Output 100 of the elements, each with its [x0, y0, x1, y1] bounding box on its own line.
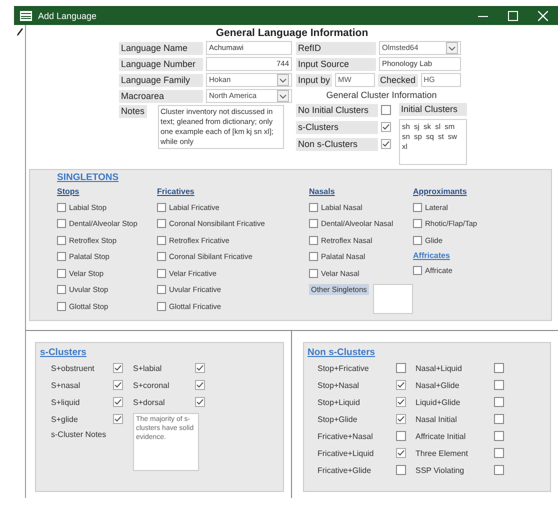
field-label: No Initial Clusters [296, 104, 378, 116]
checkbox[interactable] [309, 252, 318, 262]
field-label: s-Cluster Notes [51, 430, 108, 438]
checkbox[interactable] [381, 105, 391, 115]
section-title: s-Clusters [40, 346, 88, 358]
checkbox-label: S+liquid [51, 398, 81, 406]
group-heading: Stops [57, 187, 80, 196]
checkbox-label: Stop+Fricative [318, 364, 370, 372]
field-label: Notes [119, 105, 147, 118]
checkbox[interactable] [494, 431, 504, 441]
checkbox-label: Stop+Glide [318, 414, 358, 424]
checkbox[interactable] [309, 268, 318, 278]
checkbox[interactable] [57, 219, 66, 228]
form-icon [20, 10, 32, 20]
checkbox[interactable] [157, 285, 166, 294]
checkbox[interactable] [157, 252, 166, 262]
checkbox[interactable] [157, 268, 166, 278]
checkbox[interactable] [494, 363, 504, 373]
checkbox-label: Fricative+Nasal [318, 432, 374, 440]
checkbox[interactable] [113, 397, 123, 407]
pencil-icon [16, 28, 22, 36]
checkbox-label: S+obstruent [51, 364, 96, 372]
checkbox[interactable] [494, 397, 504, 407]
chevron-down-icon[interactable] [277, 74, 289, 86]
checkbox-label: Fricative+Liquid [318, 448, 375, 458]
checkbox-label: Stop+Nasal [318, 380, 360, 390]
checkbox-label: S+dorsal [133, 398, 166, 406]
checkbox[interactable] [57, 285, 66, 294]
checkbox[interactable] [381, 139, 391, 149]
checkbox[interactable] [396, 397, 406, 407]
checkbox[interactable] [113, 363, 123, 373]
checkbox[interactable] [157, 202, 166, 212]
checkbox-label: Nasal+Liquid [416, 364, 463, 372]
checkbox[interactable] [396, 431, 406, 441]
checkbox-label: Nasal Initial [416, 414, 458, 424]
field-label: RefID [296, 42, 376, 54]
maximize-icon[interactable] [508, 10, 518, 20]
checkbox[interactable] [396, 414, 406, 424]
checkbox[interactable] [157, 236, 166, 245]
field-label: Non s-Clusters [296, 138, 378, 150]
checkbox-label: Liquid+Glide [416, 398, 462, 406]
checkbox[interactable] [413, 236, 422, 245]
checkbox[interactable] [157, 219, 166, 228]
checkbox-label: SSP Violating [416, 466, 466, 474]
group-heading: Approximants [413, 187, 468, 196]
checkbox[interactable] [413, 266, 422, 276]
checkbox[interactable] [494, 414, 504, 424]
checkbox[interactable] [57, 268, 66, 278]
checkbox[interactable] [195, 380, 205, 390]
checkbox[interactable] [113, 414, 123, 424]
chevron-down-icon[interactable] [277, 90, 289, 102]
checkbox[interactable] [309, 202, 318, 212]
checkbox-label: S+coronal [133, 380, 170, 390]
section-title: SINGLETONS [57, 172, 120, 183]
field-label: Language Name [119, 42, 203, 54]
checkbox-label: S+labial [133, 364, 163, 372]
checkbox[interactable] [57, 252, 66, 262]
checkbox-label: S+nasal [51, 380, 82, 390]
checkbox[interactable] [381, 122, 391, 132]
checkbox[interactable] [494, 465, 504, 475]
checkbox[interactable] [113, 380, 123, 390]
field-label: Language Number [119, 58, 203, 70]
group-heading: Nasals [309, 187, 336, 196]
checkbox[interactable] [195, 363, 205, 373]
close-icon[interactable] [538, 10, 548, 20]
checkbox[interactable] [396, 380, 406, 390]
field-label: Initial Clusters [399, 103, 467, 116]
checkbox[interactable] [396, 448, 406, 458]
checkbox-label: Nasal+Glide [416, 380, 460, 390]
checkbox[interactable] [396, 363, 406, 373]
group-heading: Fricatives [157, 187, 196, 196]
section-subtitle: General Cluster Information [325, 90, 438, 100]
section-title: General Language Information [214, 27, 370, 39]
checkbox[interactable] [309, 236, 318, 245]
checkbox-label: Fricative+Glide [318, 466, 372, 474]
section-title: Non s-Clusters [308, 346, 376, 358]
checkbox-label: Three Element [416, 448, 469, 458]
checkbox-label: Affricate Initial [416, 432, 467, 440]
field-label: Checked [378, 74, 418, 86]
checkbox-label: Stop+Liquid [318, 398, 361, 406]
input-field[interactable] [372, 284, 413, 314]
checkbox[interactable] [396, 465, 406, 475]
checkbox[interactable] [57, 236, 66, 245]
checkbox[interactable] [195, 397, 205, 407]
checkbox[interactable] [413, 219, 422, 228]
field-label: Input Source [296, 58, 376, 70]
group-heading: Affricates [413, 250, 451, 260]
field-label: Macroarea [119, 90, 203, 102]
field-label: Language Family [119, 74, 203, 86]
checkbox[interactable] [57, 302, 66, 311]
checkbox[interactable] [309, 219, 318, 228]
chevron-down-icon[interactable] [446, 42, 458, 54]
field-label: Input by [296, 74, 332, 86]
checkbox[interactable] [413, 202, 422, 212]
checkbox-label: S+glide [51, 414, 79, 424]
checkbox[interactable] [157, 302, 166, 311]
window-title: Add Language [38, 10, 97, 20]
checkbox[interactable] [57, 202, 66, 212]
checkbox[interactable] [494, 380, 504, 390]
checkbox[interactable] [494, 448, 504, 458]
